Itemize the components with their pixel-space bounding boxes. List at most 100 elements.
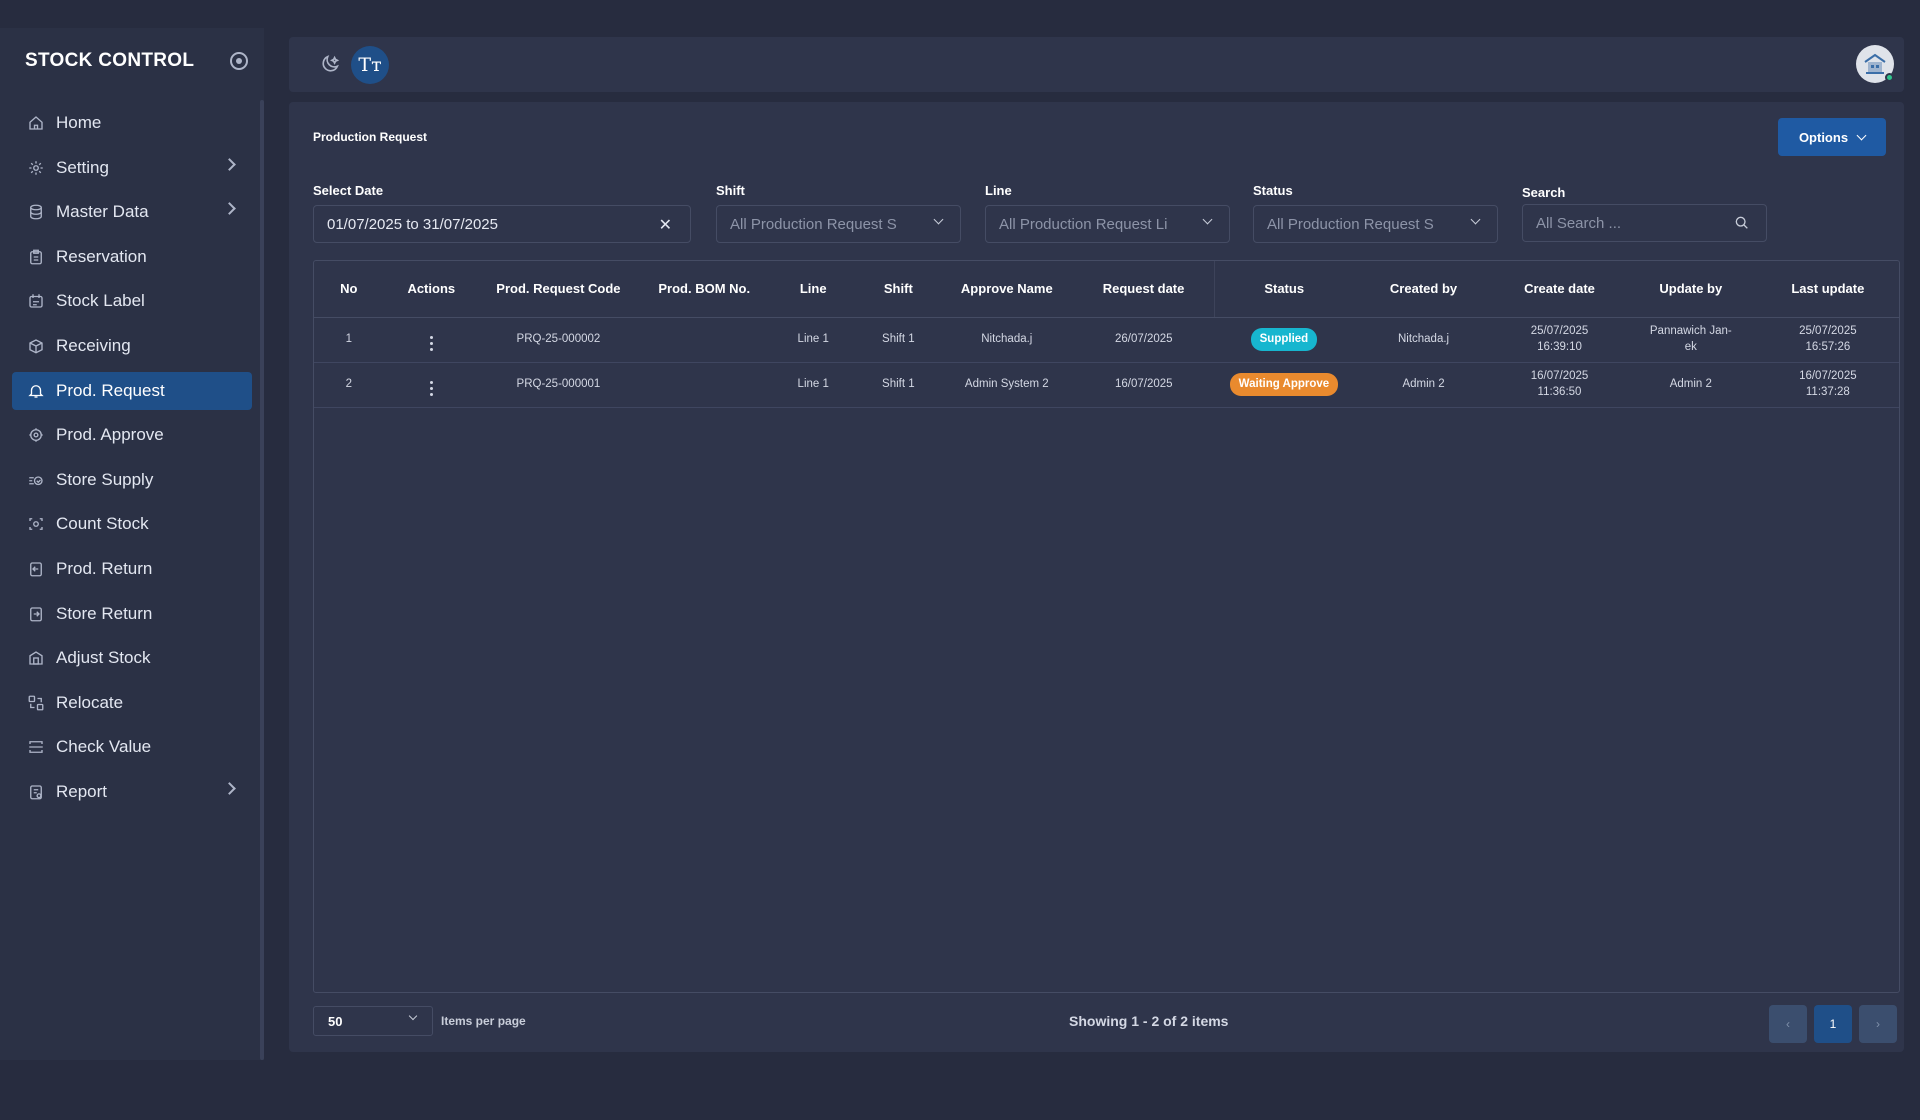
date-range-input[interactable]: 01/07/2025 to 31/07/2025 ✕	[313, 205, 691, 243]
sidebar: STOCK CONTROL Home Setting Master Data Rese…	[0, 28, 264, 1060]
supply-icon	[26, 470, 46, 490]
page-number-button[interactable]: 1	[1814, 1005, 1852, 1043]
sidebar-item-count-stock[interactable]: Count Stock	[12, 505, 252, 543]
sidebar-item-check-value[interactable]: Check Value	[12, 728, 252, 766]
clipboard-icon	[26, 247, 46, 267]
column-header[interactable]: Status	[1214, 261, 1353, 318]
sidebar-item-prod-return[interactable]: Prod. Return	[12, 550, 252, 588]
dark-mode-icon[interactable]	[319, 53, 343, 77]
sidebar-item-store-return[interactable]: Store Return	[12, 595, 252, 633]
column-header[interactable]: Create date	[1494, 261, 1625, 318]
sidebar-item-master-data[interactable]: Master Data	[12, 193, 252, 231]
gear-check-icon	[26, 425, 46, 445]
label-icon	[26, 291, 46, 311]
table-row[interactable]: 2 PRQ-25-000001 Line 1 Shift 1 Admin System …	[314, 362, 1899, 408]
adjust-icon	[26, 648, 46, 668]
column-header[interactable]: Prod. BOM No.	[637, 261, 771, 318]
font-size-button[interactable]: Tт	[351, 46, 389, 84]
column-header[interactable]: Prod. Request Code	[479, 261, 638, 318]
options-button[interactable]: Options	[1778, 118, 1886, 156]
avatar[interactable]	[1856, 45, 1894, 83]
prev-page-button[interactable]: ‹	[1769, 1005, 1807, 1043]
chevron-right-icon: ›	[1876, 1017, 1880, 1031]
items-per-page-label: Items per page	[441, 1014, 526, 1028]
cell-code: PRQ-25-000001	[479, 362, 638, 408]
cell-last-update: 16/07/2025 11:37:28	[1756, 362, 1899, 408]
items-per-page-select[interactable]: 50	[313, 1006, 433, 1036]
last-update-time: 11:37:28	[1805, 385, 1850, 398]
sidebar-item-label: Store Return	[56, 603, 153, 623]
status-badge: Supplied	[1250, 327, 1318, 352]
sidebar-item-store-supply[interactable]: Store Supply	[12, 461, 252, 499]
column-header[interactable]: Update by	[1624, 261, 1757, 318]
line-select[interactable]: All Production Request Li	[985, 205, 1230, 243]
box-icon	[26, 336, 46, 356]
column-header[interactable]: Actions	[383, 261, 480, 318]
search-input[interactable]: All Search ...	[1522, 204, 1767, 242]
column-header[interactable]: Request date	[1072, 261, 1216, 318]
sidebar-item-label: Setting	[56, 157, 109, 177]
search-label: Search	[1522, 185, 1566, 200]
column-header[interactable]: Created by	[1352, 261, 1495, 318]
shift-select[interactable]: All Production Request S	[716, 205, 961, 243]
gear-icon	[26, 158, 46, 178]
chevron-right-icon	[223, 157, 236, 171]
column-header[interactable]: Last update	[1756, 261, 1899, 318]
table-header-row: No Actions Prod. Request Code Prod. BOM No.…	[314, 261, 1899, 318]
create-time: 16:39:10	[1537, 340, 1582, 353]
column-header[interactable]: Line	[770, 261, 856, 318]
last-update-date: 25/07/2025	[1799, 324, 1857, 337]
search-icon[interactable]	[1734, 215, 1752, 233]
sidebar-item-relocate[interactable]: Relocate	[12, 684, 252, 722]
sidebar-item-stock-label[interactable]: Stock Label	[12, 282, 252, 320]
cell-create-date: 25/07/2025 16:39:10	[1494, 317, 1625, 363]
column-header[interactable]: Approve Name	[940, 261, 1073, 318]
cell-approve-name: Nitchada.j	[940, 317, 1073, 363]
main-panel: Production Request Options Select Date 0…	[289, 102, 1904, 1052]
status-placeholder: All Production Request S	[1267, 215, 1434, 233]
sidebar-item-home[interactable]: Home	[12, 104, 252, 142]
date-range-value: 01/07/2025 to 31/07/2025	[327, 215, 498, 233]
sidebar-item-report[interactable]: Report	[12, 773, 252, 811]
sidebar-item-setting[interactable]: Setting	[12, 149, 252, 187]
column-header[interactable]: Shift	[855, 261, 941, 318]
status-select[interactable]: All Production Request S	[1253, 205, 1498, 243]
clear-date-icon[interactable]: ✕	[659, 215, 672, 235]
online-status-icon	[1885, 73, 1894, 82]
next-page-button[interactable]: ›	[1859, 1005, 1897, 1043]
sidebar-item-prod-approve[interactable]: Prod. Approve	[12, 416, 252, 454]
sidebar-scrollbar[interactable]	[260, 100, 264, 1060]
relocate-icon	[26, 693, 46, 713]
sidebar-item-adjust-stock[interactable]: Adjust Stock	[12, 639, 252, 677]
options-label: Options	[1798, 129, 1849, 145]
date-filter-label: Select Date	[313, 183, 384, 198]
sidebar-item-label: Store Supply	[56, 469, 154, 489]
search-placeholder: All Search ...	[1536, 214, 1622, 232]
column-header[interactable]: No	[314, 261, 384, 318]
chevron-right-icon	[223, 202, 236, 216]
row-actions-icon[interactable]	[429, 380, 433, 396]
row-actions-icon[interactable]	[429, 335, 433, 351]
chevron-right-icon	[223, 782, 236, 795]
cell-shift: Shift 1	[855, 362, 941, 408]
sidebar-item-receiving[interactable]: Receiving	[12, 327, 252, 365]
cell-last-update: 25/07/2025 16:57:26	[1756, 317, 1899, 363]
sidebar-item-label: Relocate	[56, 692, 124, 712]
page-title: Production Request	[313, 130, 428, 144]
sidebar-item-label: Prod. Request	[56, 380, 165, 400]
data-table: No Actions Prod. Request Code Prod. BOM No.…	[313, 260, 1900, 993]
sidebar-item-label: Master Data	[56, 202, 149, 222]
sidebar-item-label: Count Stock	[56, 514, 149, 534]
update-by-line2: ek	[1684, 340, 1697, 353]
chevron-down-icon	[1856, 130, 1867, 140]
line-filter-label: Line	[985, 183, 1012, 198]
sidebar-toggle-icon[interactable]	[230, 52, 248, 70]
cell-request-date: 26/07/2025	[1072, 317, 1215, 363]
cell-no: 2	[314, 362, 384, 408]
sidebar-item-label: Reservation	[56, 246, 147, 266]
sidebar-item-reservation[interactable]: Reservation	[12, 238, 252, 276]
cell-request-date: 16/07/2025	[1072, 362, 1215, 408]
cell-created-by: Nitchada.j	[1352, 317, 1495, 363]
table-row[interactable]: 1 PRQ-25-000002 Line 1 Shift 1 Nitchada.j 26/…	[314, 317, 1899, 363]
sidebar-item-prod-request[interactable]: Prod. Request	[12, 371, 252, 410]
